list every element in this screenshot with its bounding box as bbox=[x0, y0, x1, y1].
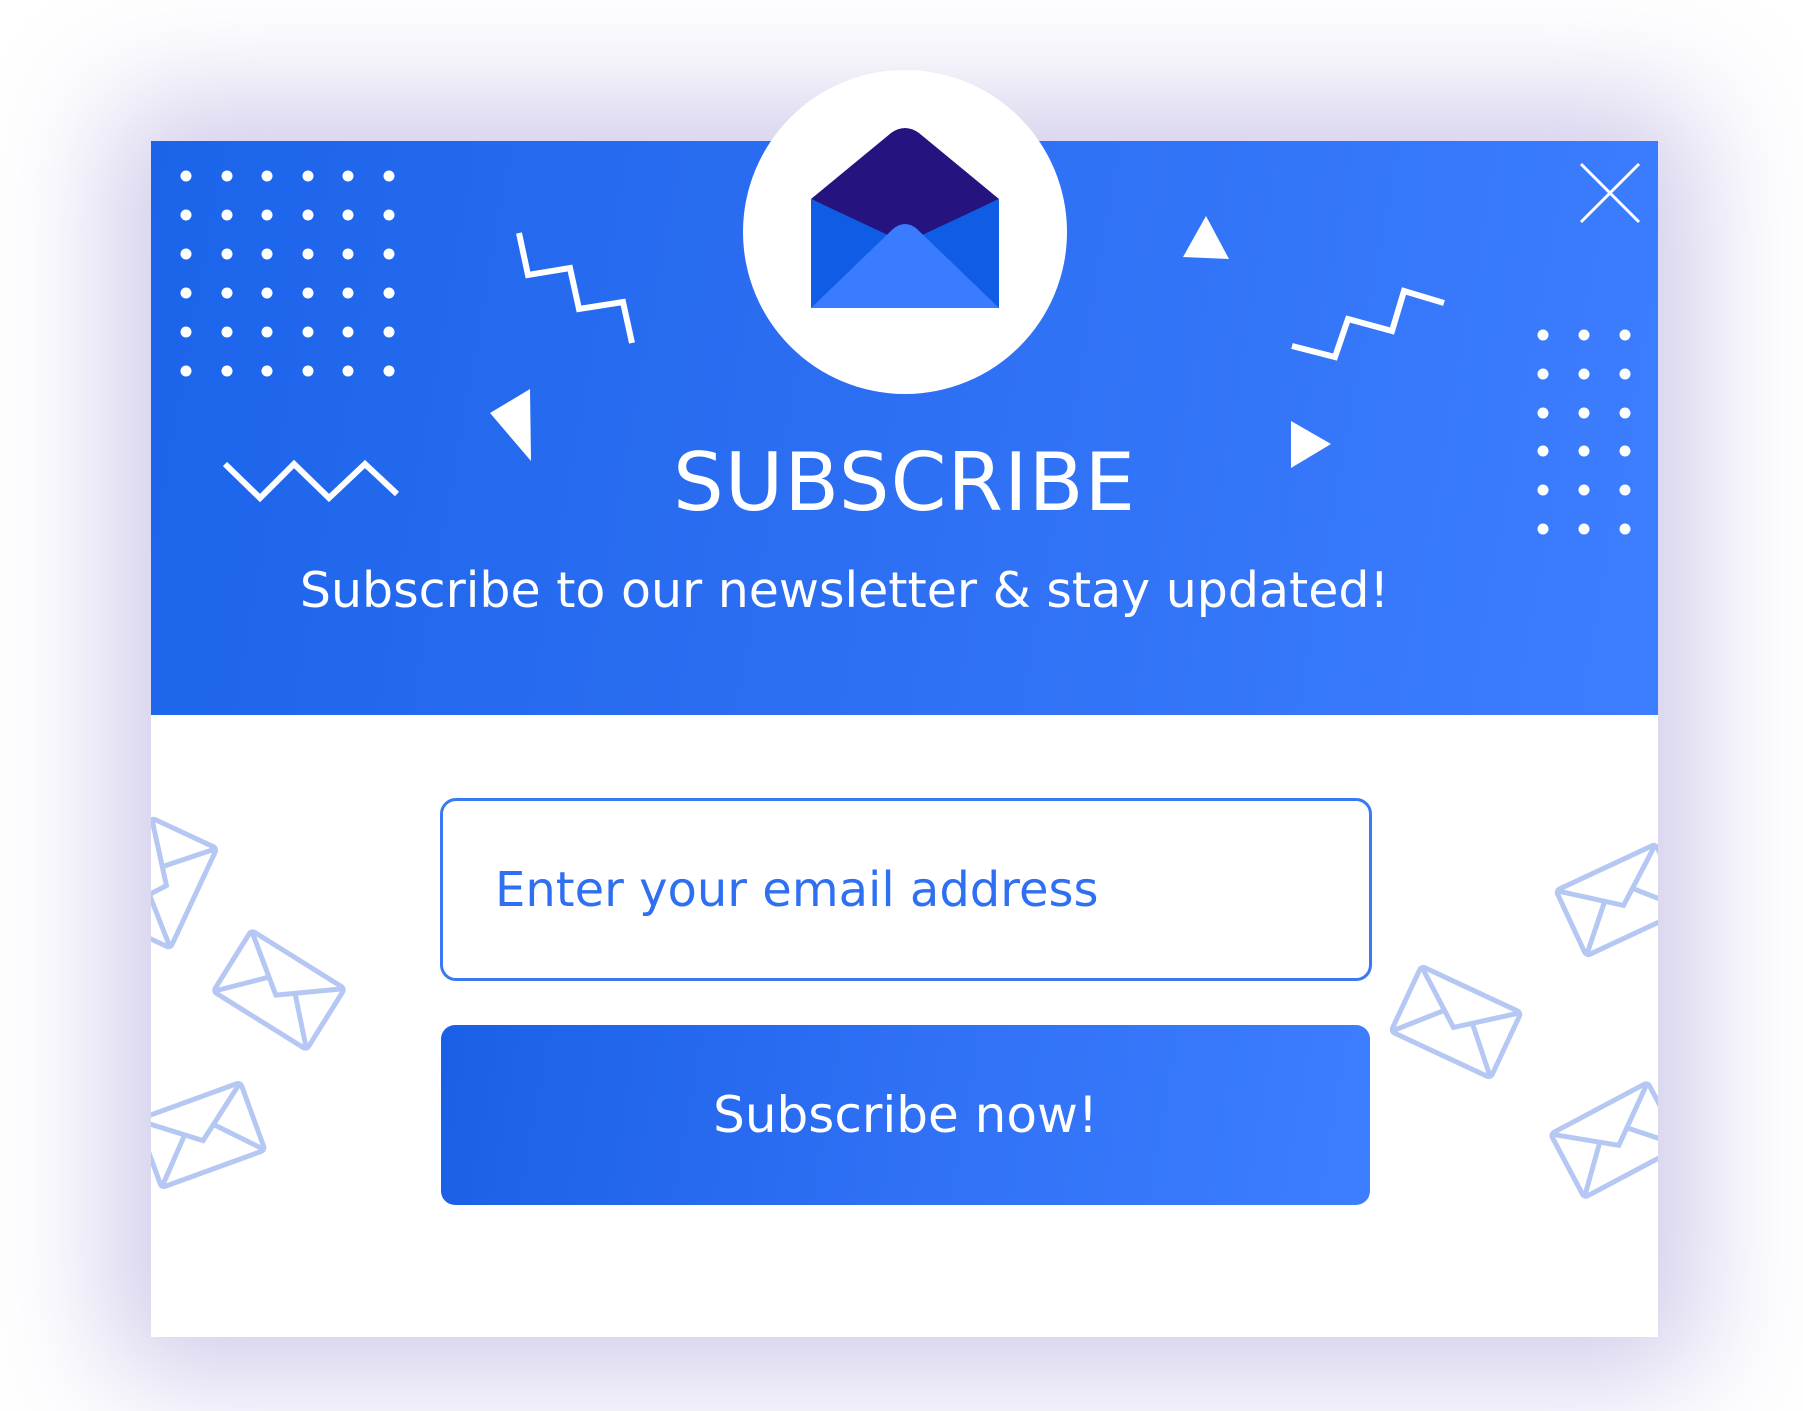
popup-title: SUBSCRIBE bbox=[672, 436, 1137, 529]
zigzag-right-decoration bbox=[1291, 287, 1445, 361]
envelope-outline-icon bbox=[1391, 966, 1521, 1078]
subscribe-button[interactable]: Subscribe now! bbox=[441, 1025, 1370, 1205]
envelope-open-icon bbox=[811, 128, 999, 308]
close-button[interactable] bbox=[1578, 161, 1642, 225]
envelope-outline-icon bbox=[151, 1082, 265, 1187]
envelope-outline-icon bbox=[1551, 1082, 1658, 1197]
dot-grid-left bbox=[180, 170, 395, 377]
close-icon bbox=[1579, 162, 1641, 224]
email-input[interactable] bbox=[440, 798, 1372, 981]
envelope-outline-icon bbox=[151, 818, 217, 948]
envelope-outline-icon bbox=[1556, 844, 1658, 956]
zigzag-left-decoration bbox=[516, 232, 635, 344]
logo-badge bbox=[743, 70, 1067, 394]
subscribe-stage: SUBSCRIBE Subscribe to our newsletter & … bbox=[0, 0, 1803, 1411]
envelope-outline-icon bbox=[213, 930, 344, 1049]
popup-subtitle: Subscribe to our newsletter & stay updat… bbox=[299, 562, 1390, 619]
triangle-up-decoration bbox=[1183, 216, 1229, 259]
